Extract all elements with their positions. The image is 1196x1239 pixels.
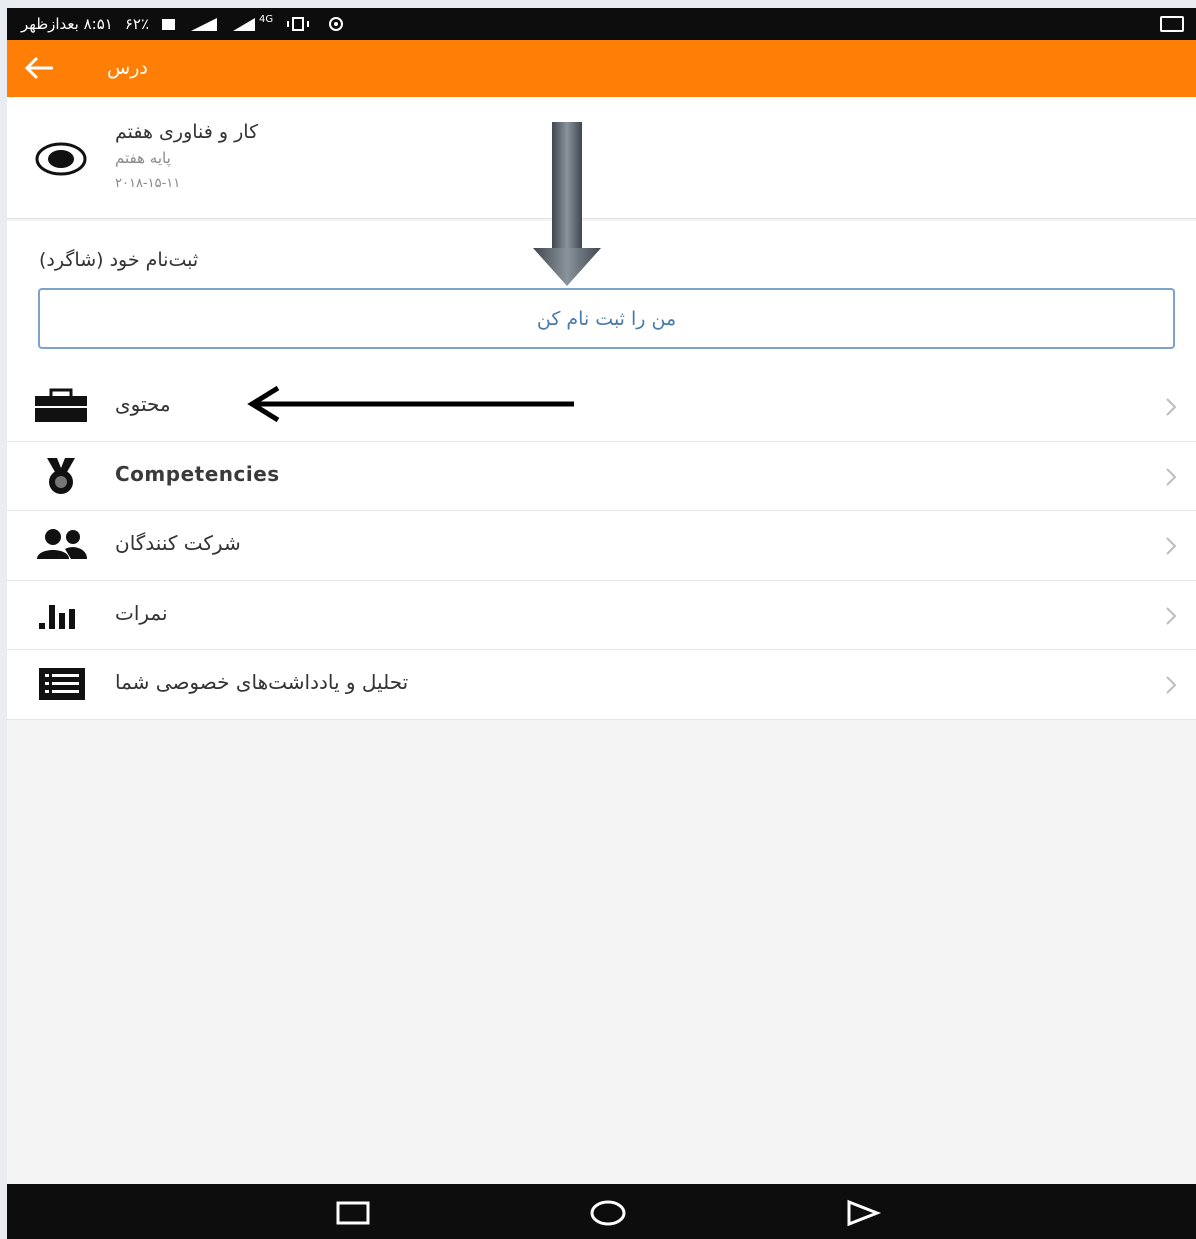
signal-icon — [191, 18, 217, 31]
self-enrolment-section: (ثبت‌نام خود (شاگرد من را ثبت نام کن — [7, 221, 1196, 373]
medal-icon — [47, 457, 75, 494]
menu-item-label: تحلیل و یادداشت‌های خصوصی شما — [115, 670, 409, 694]
chevron-right-icon — [1166, 467, 1177, 486]
chevron-right-icon — [1166, 398, 1177, 416]
menu-item-grades[interactable]: نمرات — [7, 581, 1196, 650]
back-arrow-icon[interactable] — [21, 52, 57, 84]
menu-item-label: نمرات — [115, 600, 168, 625]
enrolment-method-label: (ثبت‌نام خود (شاگرد — [39, 249, 199, 271]
course-header: کار و فناوری هفتم پایه هفتم ۲۰۱۸-۱۵-۱۱ — [7, 97, 1196, 219]
course-title: کار و فناوری هفتم — [115, 121, 259, 143]
image-notification-icon — [1160, 16, 1184, 32]
system-navigation-bar — [7, 1184, 1196, 1239]
course-date: ۲۰۱۸-۱۵-۱۱ — [115, 176, 181, 191]
menu-item-label: Competencies — [115, 461, 280, 486]
grades-chart-icon — [39, 604, 75, 629]
hotspot-icon — [329, 17, 344, 31]
notes-list-icon — [39, 668, 85, 700]
status-bar: ۸:۵۱ بعدازظهر ۶۲٪ 4G — [7, 8, 1196, 40]
enrol-me-button[interactable]: من را ثبت نام کن — [38, 288, 1175, 349]
chevron-right-icon — [1166, 537, 1177, 555]
course-menu: محتوی Competencies شرکت کنندگان نمرات تح… — [7, 372, 1196, 720]
course-category: پایه هفتم — [115, 149, 171, 167]
app-bar: درس — [7, 40, 1196, 97]
page-title: درس — [107, 57, 148, 79]
menu-item-competencies[interactable]: Competencies — [7, 442, 1196, 511]
briefcase-icon — [35, 388, 87, 422]
course-icon — [35, 142, 87, 176]
home-icon[interactable] — [588, 1198, 628, 1228]
phone-screen: ۸:۵۱ بعدازظهر ۶۲٪ 4G درس کار و فناوری هف… — [7, 8, 1196, 1239]
menu-item-notes[interactable]: تحلیل و یادداشت‌های خصوصی شما — [7, 650, 1196, 720]
back-nav-icon[interactable] — [843, 1198, 883, 1228]
battery-icon — [162, 19, 175, 30]
menu-item-participants[interactable]: شرکت کنندگان — [7, 511, 1196, 581]
status-time: ۸:۵۱ بعدازظهر — [21, 15, 113, 33]
network-type: 4G — [259, 13, 274, 25]
menu-item-label: محتوی — [115, 392, 171, 416]
vibrate-icon — [287, 17, 310, 31]
battery-percent: ۶۲٪ — [124, 15, 149, 33]
chevron-right-icon — [1166, 676, 1177, 694]
status-indicators: ۸:۵۱ بعدازظهر ۶۲٪ 4G — [21, 8, 349, 40]
participants-icon — [37, 529, 87, 559]
signal-4g-icon — [233, 18, 255, 31]
chevron-right-icon — [1166, 606, 1177, 625]
menu-item-label: شرکت کنندگان — [115, 531, 241, 555]
recent-apps-icon[interactable] — [333, 1198, 373, 1228]
menu-item-contents[interactable]: محتوی — [7, 372, 1196, 442]
